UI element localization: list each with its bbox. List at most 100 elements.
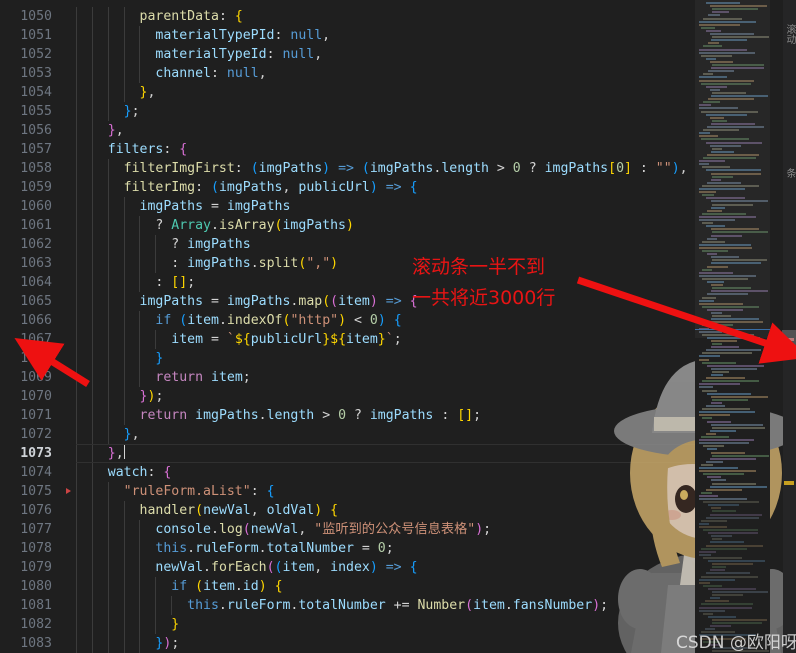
code-line[interactable]: 1075 "ruleForm.aList": {: [0, 482, 796, 501]
minimap-line: [699, 581, 710, 584]
minimap-line: [712, 454, 769, 457]
minimap-line: [699, 522, 709, 525]
code-token: watch: [107, 465, 148, 480]
minimap-slider[interactable]: [695, 0, 770, 338]
fold-marker-column[interactable]: [62, 0, 76, 653]
code-line[interactable]: 1067 item = `${publicUrl}${item}`;: [0, 330, 796, 349]
minimap-line: [699, 467, 738, 469]
minimap-line: [699, 411, 755, 414]
minimap-line: [706, 544, 763, 547]
minimap[interactable]: [695, 0, 770, 653]
code-token: ,: [258, 66, 267, 81]
code-token: ,: [298, 522, 315, 537]
code-line[interactable]: 1061 ? Array.isArray(imgPaths): [0, 216, 796, 235]
code-line[interactable]: 1064 : [];: [0, 273, 796, 292]
code-line[interactable]: 1080 if (item.id) {: [0, 577, 796, 596]
code-token: item: [187, 313, 219, 328]
vertical-scrollbar[interactable]: [782, 0, 796, 653]
code-line[interactable]: 1062 ? imgPaths: [0, 235, 796, 254]
code-line[interactable]: 1073 },: [0, 444, 796, 463]
code-token: 0: [512, 161, 521, 176]
code-token: >: [488, 161, 513, 176]
code-line[interactable]: 1072 },: [0, 425, 796, 444]
code-line[interactable]: 1056 },: [0, 121, 796, 140]
code-line[interactable]: 1071 return imgPaths.length > 0 ? imgPat…: [0, 406, 796, 425]
code-line[interactable]: 1069 return item;: [0, 368, 796, 387]
code-line[interactable]: 1060 imgPaths = imgPaths: [0, 197, 796, 216]
code-line[interactable]: 1063 : imgPaths.split(","): [0, 254, 796, 273]
code-line[interactable]: 1079 newVal.forEach((item, index) => {: [0, 558, 796, 577]
code-line[interactable]: 1076 handler(newVal, oldVal) {: [0, 501, 796, 520]
minimap-line: [711, 395, 768, 398]
minimap-line: [711, 339, 737, 342]
code-line[interactable]: 1065 imgPaths = imgPaths.map((item) => {: [0, 292, 796, 311]
code-token: "": [655, 161, 672, 176]
code-line[interactable]: 1050 parentData: {: [0, 7, 796, 26]
code-text: },: [76, 444, 125, 463]
code-line[interactable]: 1068 }: [0, 349, 796, 368]
minimap-line: [712, 566, 726, 569]
code-token: oldVal: [266, 503, 315, 518]
code-token: filterImgFirst: [123, 161, 235, 176]
code-line[interactable]: 1081 this.ruleForm.totalNumber += Number…: [0, 596, 796, 615]
line-number: 1066: [20, 313, 52, 328]
line-number: 1077: [20, 522, 52, 537]
code-line[interactable]: 1053 channel: null,: [0, 64, 796, 83]
code-token: }: [107, 446, 116, 461]
code-token: (: [361, 161, 370, 176]
minimap-line: [711, 374, 723, 376]
minimap-line: [711, 479, 726, 482]
minimap-line: [701, 519, 727, 522]
code-lines[interactable]: 1050 parentData: {1051 materialTypePId: …: [0, 0, 796, 653]
code-token: .: [203, 560, 211, 575]
fold-marker-icon[interactable]: [66, 488, 71, 494]
code-token: ): [369, 180, 378, 195]
red-annotation-text: 一共将近3000行: [412, 287, 556, 309]
scrollbar-thumb[interactable]: [782, 330, 796, 352]
minimap-line: [710, 569, 725, 572]
code-line[interactable]: 1058 filterImgFirst: (imgPaths) => (imgP…: [0, 159, 796, 178]
code-token: filters: [107, 142, 164, 157]
minimap-line: [712, 563, 753, 566]
code-editor[interactable]: 1050 parentData: {1051 materialTypePId: …: [0, 0, 796, 653]
line-number: 1050: [20, 9, 52, 24]
code-line[interactable]: 1057 filters: {: [0, 140, 796, 159]
code-line[interactable]: 1066 if (item.indexOf("http") < 0) {: [0, 311, 796, 330]
code-line[interactable]: 1070 });: [0, 387, 796, 406]
minimap-line: [706, 405, 725, 407]
code-text: }: [76, 349, 163, 368]
line-number: 1057: [20, 142, 52, 157]
code-token: <: [346, 313, 370, 328]
code-line[interactable]: 1074 watch: {: [0, 463, 796, 482]
code-line[interactable]: 1055 };: [0, 102, 796, 121]
code-line[interactable]: 1051 materialTypePId: null,: [0, 26, 796, 45]
line-number: 1080: [20, 579, 52, 594]
code-token: imgPaths: [139, 294, 204, 309]
code-token: []: [457, 408, 474, 423]
minimap-line: [699, 439, 754, 442]
code-text: channel: null,: [76, 64, 267, 83]
code-token: []: [171, 275, 188, 290]
line-number: 1069: [20, 370, 52, 385]
code-token: {: [393, 313, 402, 328]
code-token: ): [475, 522, 484, 537]
line-number: 1081: [20, 598, 52, 613]
code-line[interactable]: 1077 console.log(newVal, "监听到的公众号信息表格");: [0, 520, 796, 539]
code-text: handler(newVal, oldVal) {: [76, 501, 339, 520]
code-token: length: [266, 408, 315, 423]
code-line[interactable]: 1059 filterImg: (imgPaths, publicUrl) =>…: [0, 178, 796, 197]
minimap-line: [711, 401, 722, 404]
code-token: ;: [393, 332, 402, 347]
code-text: });: [76, 387, 164, 406]
code-token: item: [338, 294, 370, 309]
minimap-line: [712, 343, 722, 345]
minimap-line: [699, 442, 749, 445]
code-line[interactable]: 1078 this.ruleForm.totalNumber = 0;: [0, 539, 796, 558]
line-number: 1072: [20, 427, 52, 442]
code-line[interactable]: 1054 },: [0, 83, 796, 102]
code-token: `: [226, 332, 235, 347]
minimap-line: [703, 529, 758, 531]
code-line[interactable]: 1052 materialTypeId: null,: [0, 45, 796, 64]
